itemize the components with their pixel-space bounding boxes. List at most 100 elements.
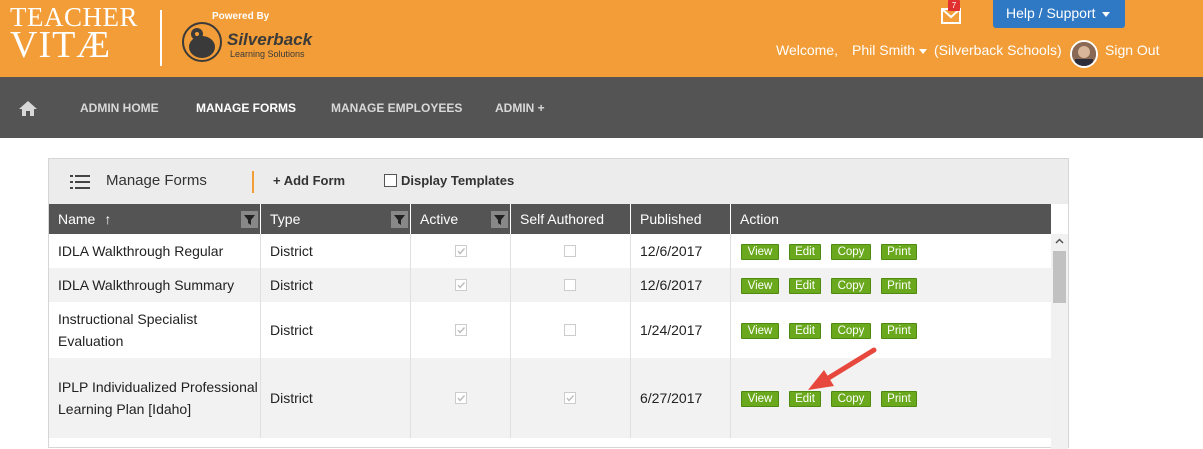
caret-down-icon	[1101, 11, 1110, 17]
active-checkbox	[455, 279, 467, 291]
cell-self-authored	[511, 234, 631, 268]
cell-type: District	[261, 358, 411, 438]
active-checkbox	[455, 324, 467, 336]
col-published[interactable]: Published	[631, 204, 731, 234]
cell-action: View Edit Copy Print	[731, 268, 1051, 302]
cell-active	[411, 358, 511, 438]
school-name: (Silverback Schools)	[934, 42, 1062, 58]
nav-manage-employees[interactable]: MANAGE EMPLOYEES	[331, 101, 462, 115]
view-button[interactable]: View	[741, 278, 779, 294]
cell-type: District	[261, 302, 411, 358]
filter-icon[interactable]	[241, 211, 258, 228]
cell-published: 6/27/2017	[631, 358, 731, 438]
cell-action: View Edit Copy Print	[731, 234, 1051, 268]
cell-name: Instructional Specialist Evaluation	[49, 302, 261, 358]
filter-icon[interactable]	[491, 211, 508, 228]
toolbar-divider	[252, 171, 254, 193]
user-photo-icon	[1072, 42, 1096, 66]
copy-button[interactable]: Copy	[831, 278, 871, 294]
help-support-button[interactable]: Help / Support	[993, 0, 1125, 28]
self-authored-checkbox	[564, 279, 576, 291]
panel-title: Manage Forms	[106, 172, 207, 189]
col-type[interactable]: Type	[261, 204, 411, 234]
cell-self-authored	[511, 268, 631, 302]
top-header: TEACHER VITÆ Powered By Silverback Learn…	[0, 0, 1203, 77]
cell-published: 1/24/2017	[631, 302, 731, 358]
cell-name: IPLP Individualized Professional Learnin…	[49, 358, 261, 438]
logo-vitae: VITÆ	[10, 24, 112, 66]
scrollbar-thumb[interactable]	[1053, 251, 1066, 303]
cell-type: District	[261, 234, 411, 268]
checkmark-icon	[457, 248, 466, 255]
display-templates-checkbox[interactable]	[384, 174, 397, 187]
list-icon	[70, 175, 90, 189]
copy-button[interactable]: Copy	[831, 323, 871, 339]
panel-toolbar: Manage Forms + Add Form Display Template…	[49, 159, 1068, 204]
home-icon[interactable]	[18, 99, 38, 117]
cell-active	[411, 234, 511, 268]
col-self-authored[interactable]: Self Authored	[511, 204, 631, 234]
cell-self-authored	[511, 358, 631, 438]
view-button[interactable]: View	[741, 244, 779, 260]
col-action: Action	[740, 211, 779, 227]
checkmark-icon	[457, 282, 466, 289]
cell-type: District	[261, 268, 411, 302]
table-row: IDLA Walkthrough Summary District 12/6/201…	[49, 268, 1051, 302]
filter-icon[interactable]	[391, 211, 408, 228]
print-button[interactable]: Print	[881, 278, 917, 294]
active-checkbox	[455, 392, 467, 404]
table-row: IPLP Individualized Professional Learnin…	[49, 358, 1051, 438]
self-authored-checkbox	[564, 392, 576, 404]
annotation-arrow-icon	[808, 347, 877, 390]
sort-asc-icon: ↑	[104, 211, 112, 227]
add-form-button[interactable]: + Add Form	[273, 173, 345, 188]
self-authored-checkbox	[564, 245, 576, 257]
display-templates-label[interactable]: Display Templates	[401, 173, 514, 188]
silverback-gorilla-icon	[182, 22, 222, 62]
checkmark-icon	[566, 395, 575, 402]
partner-subtitle: Learning Solutions	[230, 49, 305, 59]
cell-name: IDLA Walkthrough Regular	[49, 234, 261, 268]
nav-admin-plus[interactable]: ADMIN +	[495, 101, 545, 115]
main-nav: ADMIN HOME MANAGE FORMS MANAGE EMPLOYEES…	[0, 77, 1203, 138]
cell-published: 12/6/2017	[631, 234, 731, 268]
nav-admin-home[interactable]: ADMIN HOME	[80, 101, 159, 115]
checkmark-icon	[457, 395, 466, 402]
cell-name: IDLA Walkthrough Summary	[49, 268, 261, 302]
caret-down-icon	[919, 48, 928, 54]
logo-divider	[160, 10, 162, 66]
edit-button[interactable]: Edit	[789, 278, 821, 294]
cell-published: 12/6/2017	[631, 268, 731, 302]
welcome-text: Welcome,	[776, 42, 838, 58]
notification-badge: 7	[948, 0, 960, 11]
col-name-label: Name	[58, 211, 96, 227]
partner-name: Silverback	[227, 30, 313, 49]
avatar[interactable]	[1070, 40, 1098, 68]
cell-action: View Edit Copy Print	[731, 302, 1051, 358]
user-menu[interactable]: Phil Smith	[852, 42, 928, 58]
cell-self-authored	[511, 302, 631, 358]
nav-manage-forms[interactable]: MANAGE FORMS	[196, 101, 296, 115]
manage-forms-panel: Manage Forms + Add Form Display Template…	[48, 158, 1069, 449]
view-button[interactable]: View	[741, 391, 779, 407]
edit-button[interactable]: Edit	[789, 323, 821, 339]
view-button[interactable]: View	[741, 323, 779, 339]
sign-out-link[interactable]: Sign Out	[1105, 42, 1159, 58]
edit-button[interactable]: Edit	[789, 244, 821, 260]
print-button[interactable]: Print	[881, 244, 917, 260]
table-row: IDLA Walkthrough Regular District 12/6/201…	[49, 234, 1051, 268]
cell-active	[411, 302, 511, 358]
cell-active	[411, 268, 511, 302]
table-row: Instructional Specialist Evaluation Distr…	[49, 302, 1051, 358]
scroll-up-icon[interactable]	[1055, 238, 1064, 244]
table-header: Name ↑ Type Active Self Authored Publishe…	[49, 204, 1051, 234]
checkmark-icon	[457, 327, 466, 334]
help-support-label: Help / Support	[1006, 5, 1096, 21]
user-name: Phil Smith	[852, 42, 916, 58]
powered-by: Powered By	[212, 11, 270, 22]
cell-action: View Edit Copy Print	[731, 358, 1051, 438]
active-checkbox	[455, 245, 467, 257]
copy-button[interactable]: Copy	[831, 244, 871, 260]
print-button[interactable]: Print	[881, 323, 917, 339]
col-name[interactable]: Name ↑	[49, 204, 261, 234]
